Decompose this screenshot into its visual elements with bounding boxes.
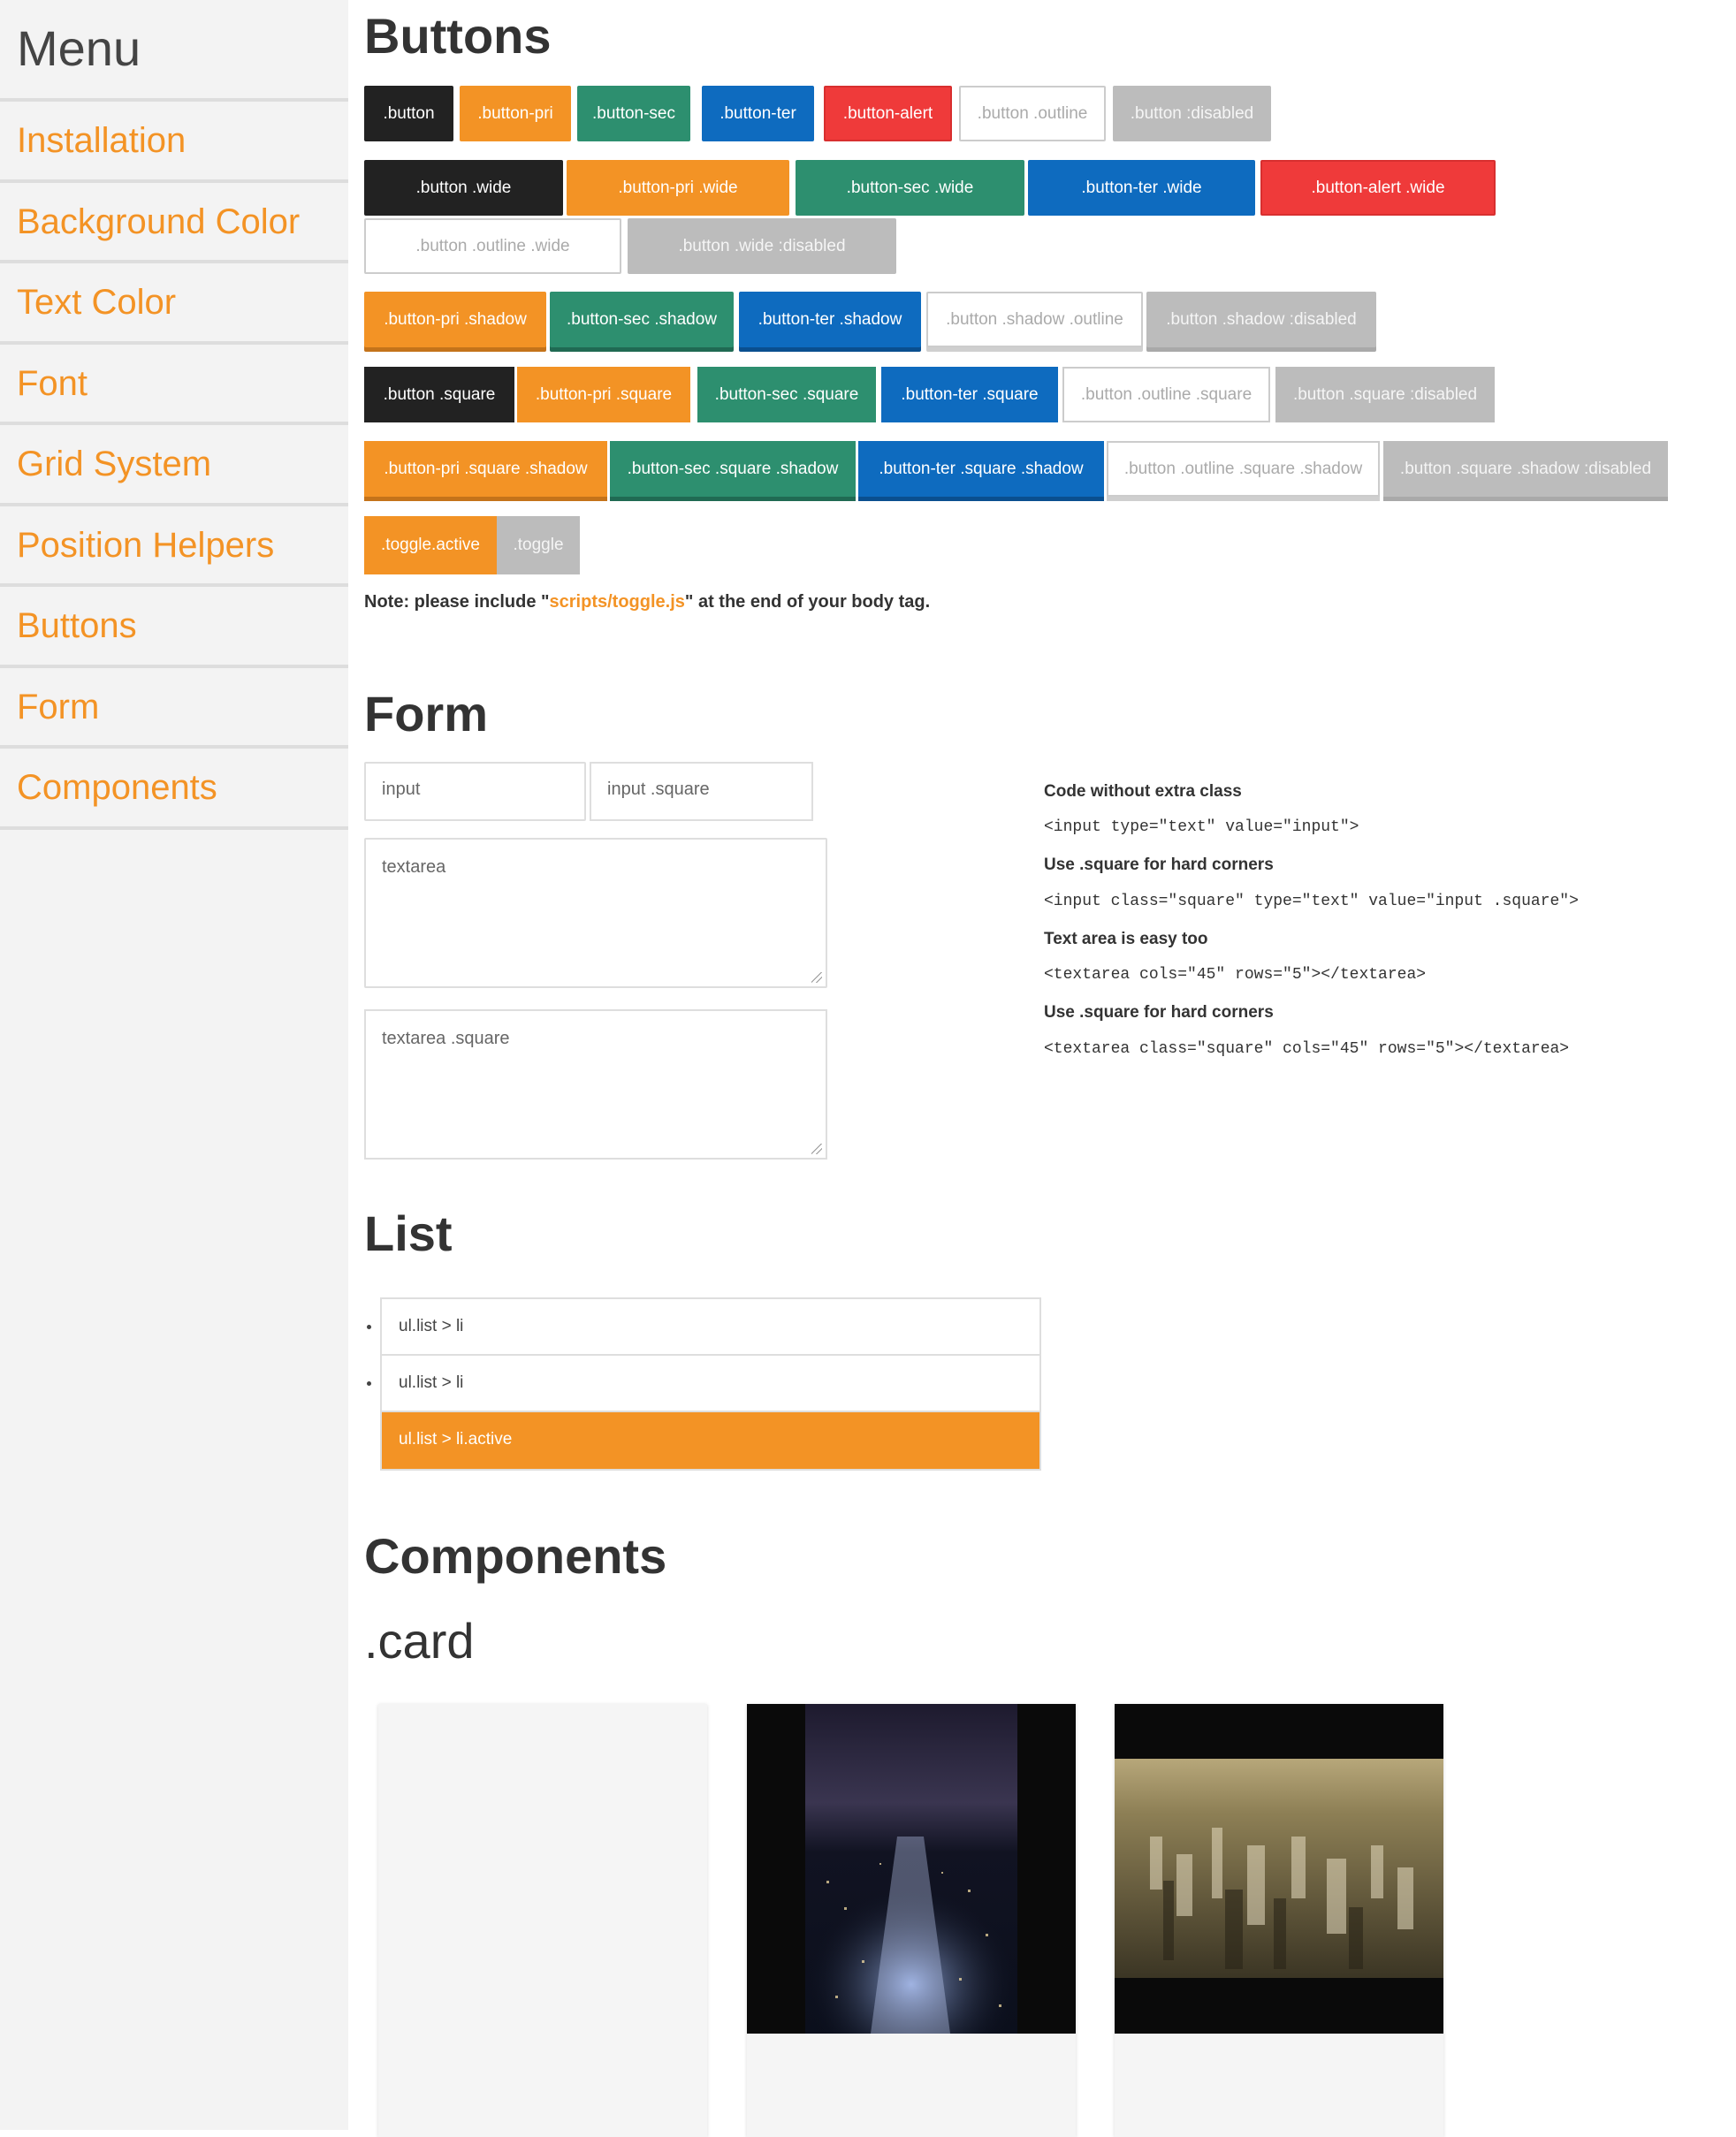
textarea-value: textarea xyxy=(382,857,446,877)
button-sec-shadow[interactable]: .button-sec .shadow xyxy=(550,292,734,347)
button-pri-square[interactable]: .button-pri .square xyxy=(517,367,690,422)
button-square[interactable]: .button .square xyxy=(364,367,514,422)
textarea-square-value: textarea .square xyxy=(382,1029,510,1048)
toggle-active[interactable]: .toggle.active xyxy=(364,516,497,574)
button-wide[interactable]: .button .wide xyxy=(364,160,563,216)
button-outline-wide[interactable]: .button .outline .wide xyxy=(364,218,621,274)
code-snippet: <textarea class="square" cols="45" rows=… xyxy=(1044,1040,1570,1058)
button-outline-square[interactable]: .button .outline .square xyxy=(1062,367,1270,422)
code-title: Code without extra class xyxy=(1044,782,1242,801)
list-heading: List xyxy=(364,1205,453,1261)
textarea-square-field[interactable]: textarea .square xyxy=(364,1009,827,1160)
button-pri-wide[interactable]: .button-pri .wide xyxy=(567,160,789,216)
button-ter[interactable]: .button-ter xyxy=(702,86,814,141)
note-prefix: Note: please include " xyxy=(364,592,550,612)
toggle[interactable]: .toggle xyxy=(497,516,580,574)
code-snippet: <textarea cols="45" rows="5"></textarea> xyxy=(1044,966,1427,984)
sidebar-item-components[interactable]: Components xyxy=(0,749,348,830)
main-content: Buttons .button .button-pri .button-sec … xyxy=(364,0,1725,2137)
menu-title: Menu xyxy=(0,0,348,102)
code-title: Use .square for hard corners xyxy=(1044,1003,1274,1022)
button-square-shadow-disabled: .button .square .shadow :disabled xyxy=(1383,441,1668,497)
button-outline-square-shadow[interactable]: .button .outline .square .shadow xyxy=(1107,441,1380,497)
button-square-disabled: .button .square :disabled xyxy=(1275,367,1495,422)
sidebar-item-grid-system[interactable]: Grid System xyxy=(0,425,348,506)
form-heading: Form xyxy=(364,686,488,741)
button-ter-wide[interactable]: .button-ter .wide xyxy=(1028,160,1255,216)
card xyxy=(378,1704,707,2137)
list: ul.list > li ul.list > li ul.list > li.a… xyxy=(380,1297,1041,1471)
sidebar-item-position-helpers[interactable]: Position Helpers xyxy=(0,506,348,587)
button-pri-shadow[interactable]: .button-pri .shadow xyxy=(364,292,546,347)
sidebar-item-installation[interactable]: Installation xyxy=(0,102,348,183)
button-ter-shadow[interactable]: .button-ter .shadow xyxy=(739,292,921,347)
button-wide-disabled: .button .wide :disabled xyxy=(628,218,896,274)
aerial-city-photo xyxy=(1115,1704,1443,2034)
sidebar-item-font[interactable]: Font xyxy=(0,345,348,425)
button-outline[interactable]: .button .outline xyxy=(959,86,1106,141)
card xyxy=(747,1704,1076,2137)
sidebar-item-form[interactable]: Form xyxy=(0,668,348,749)
button-ter-square-shadow[interactable]: .button-ter .square .shadow xyxy=(858,441,1104,497)
input-square-field[interactable]: input .square xyxy=(590,762,813,821)
card-image xyxy=(747,1704,1076,2034)
card xyxy=(1115,1704,1443,2137)
list-item[interactable]: ul.list > li xyxy=(382,1299,1039,1356)
resize-grip-icon[interactable] xyxy=(811,1144,822,1154)
sidebar-item-text-color[interactable]: Text Color xyxy=(0,263,348,345)
resize-grip-icon[interactable] xyxy=(811,972,822,983)
button-ter-square[interactable]: .button-ter .square xyxy=(881,367,1058,422)
button-pri[interactable]: .button-pri xyxy=(460,86,571,141)
button-sec-wide[interactable]: .button-sec .wide xyxy=(796,160,1024,216)
button-sec-square[interactable]: .button-sec .square xyxy=(697,367,876,422)
card-heading: .card xyxy=(364,1613,475,1669)
button-default[interactable]: .button xyxy=(364,86,453,141)
code-snippet: <input class="square" type="text" value=… xyxy=(1044,893,1579,910)
note-script-path: scripts/toggle.js xyxy=(549,592,685,612)
button-sec[interactable]: .button-sec xyxy=(577,86,690,141)
sidebar-item-buttons[interactable]: Buttons xyxy=(0,587,348,668)
list-item[interactable]: ul.list > li xyxy=(382,1356,1039,1412)
list-item-active[interactable]: ul.list > li.active xyxy=(382,1412,1039,1469)
code-title: Text area is easy too xyxy=(1044,930,1208,948)
card-image xyxy=(1115,1704,1443,2034)
button-alert-wide[interactable]: .button-alert .wide xyxy=(1260,160,1496,216)
night-city-photo xyxy=(747,1704,1076,2034)
input-field[interactable]: input xyxy=(364,762,586,821)
code-snippet: <input type="text" value="input"> xyxy=(1044,818,1359,836)
button-disabled: .button :disabled xyxy=(1113,86,1271,141)
note-suffix: " at the end of your body tag. xyxy=(684,592,931,612)
button-shadow-disabled: .button .shadow :disabled xyxy=(1146,292,1376,347)
button-pri-square-shadow[interactable]: .button-pri .square .shadow xyxy=(364,441,607,497)
buttons-heading: Buttons xyxy=(364,8,552,64)
components-heading: Components xyxy=(364,1528,667,1584)
button-alert[interactable]: .button-alert xyxy=(824,86,952,141)
button-shadow-outline[interactable]: .button .shadow .outline xyxy=(926,292,1143,347)
textarea-field[interactable]: textarea xyxy=(364,838,827,988)
toggle-note: Note: please include "scripts/toggle.js"… xyxy=(364,592,930,612)
sidebar-item-background-color[interactable]: Background Color xyxy=(0,183,348,263)
code-title: Use .square for hard corners xyxy=(1044,856,1274,874)
sidebar: Menu Installation Background Color Text … xyxy=(0,0,348,2130)
button-sec-square-shadow[interactable]: .button-sec .square .shadow xyxy=(610,441,856,497)
